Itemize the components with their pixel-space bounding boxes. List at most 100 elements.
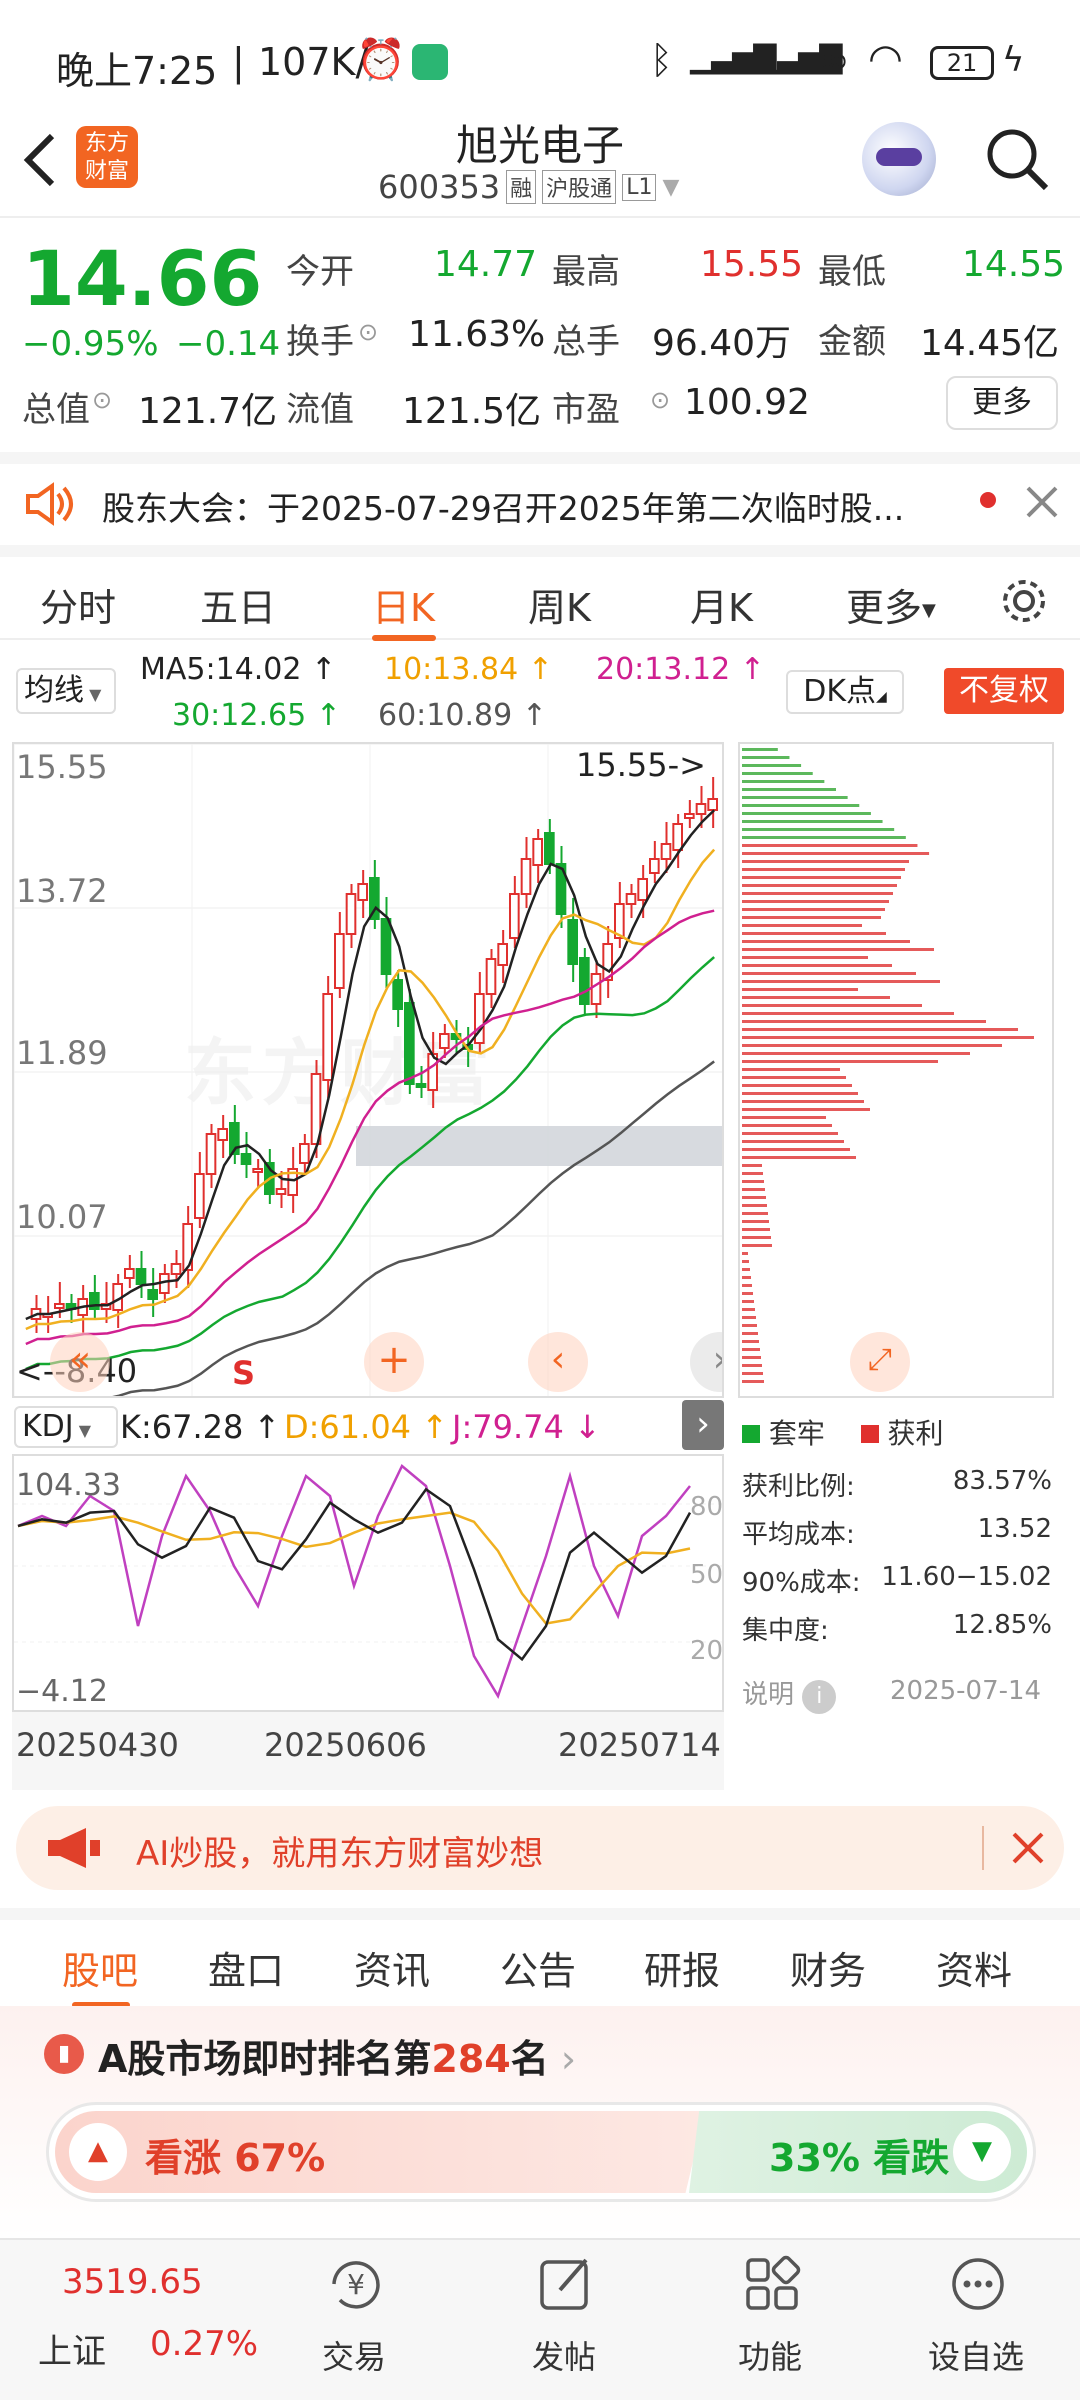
tab-profile[interactable]: 资料 [936,1940,1012,1995]
nav-trade[interactable]: 交易 [322,2332,386,2378]
tab-weekly-k[interactable]: 周K [528,577,591,632]
chip-bar [742,1012,954,1015]
dk-point-selector[interactable]: DK点◢ [786,670,904,714]
kdj-chart[interactable]: 104.33 −4.12 80 50 20 [12,1454,724,1712]
nav-functions[interactable]: 功能 [738,2332,802,2378]
notice-bar[interactable]: 股东大会：于2025-07-29召开2025年第二次临时股... [0,452,1080,544]
float-value: 121.5亿 [402,391,542,432]
chevron-down-icon[interactable]: ▼ [662,175,679,200]
close-icon[interactable] [1024,484,1060,520]
chip-bar [742,1332,758,1335]
vote-up-icon[interactable]: ▲ [69,2123,127,2181]
info-icon[interactable]: ⊙ [650,386,670,414]
index-change[interactable]: 0.27% [150,2324,258,2364]
chip-stat-row: 集中度: 12.85% [742,1610,1052,1658]
chip-bar [742,1068,840,1071]
close-icon[interactable] [1010,1830,1046,1866]
chip-bar [742,1196,766,1199]
market-rank[interactable]: A股市场即时排名第284名 › [98,2028,576,2083]
chip-legend: 套牢 获利 [742,1412,943,1452]
chip-stat-value: 11.60−15.02 [881,1562,1052,1592]
change-percent: −0.95% [22,324,159,364]
scroll-left-button[interactable]: ‹ [528,1332,588,1392]
grid-icon [746,2255,801,2310]
chip-bar [742,1156,856,1159]
chip-bar [742,1108,870,1111]
vote-down-icon[interactable]: ▼ [953,2123,1011,2181]
index-value[interactable]: 3519.65 [62,2262,203,2302]
date-axis: 20250430 20250606 20250714 [12,1712,724,1790]
info-icon[interactable]: ⊙ [92,386,112,414]
volume-label: 总手 [552,322,620,362]
candle-body [660,843,672,860]
candle-body [205,1133,217,1175]
chip-bar [742,1036,1034,1039]
chip-bar [742,788,836,791]
date-label-3: 20250714 [558,1726,721,1764]
open-label: 今开 [286,252,354,292]
expand-icon[interactable]: ⤢ [850,1332,910,1392]
date-label-1: 20250430 [16,1726,179,1764]
rewind-button[interactable]: « [50,1332,110,1392]
index-name[interactable]: 上证 [38,2324,106,2373]
nav-add-watchlist[interactable]: 设自选 [928,2332,1024,2378]
compose-icon [540,2258,588,2310]
back-icon[interactable] [20,130,60,190]
indicator-selector[interactable]: 均线 ▼ [16,668,116,714]
chip-note[interactable]: 说明 i [742,1674,837,1714]
chip-bar [742,1220,769,1223]
chip-bar [742,948,934,951]
kline-chart[interactable]: 东方财富 15.55 13.72 11.89 10.07 15.55-> <--… [12,742,724,1398]
adjust-button[interactable]: 不复权 [944,668,1064,714]
chip-bar [742,796,848,799]
tab-research[interactable]: 研报 [644,1940,720,1995]
bottom-nav: 3519.65 上证 0.27% ¥ 交易 发帖 功能 设自选 [0,2238,1080,2400]
candle-body [695,803,707,815]
kdj-top-label: 104.33 [16,1468,121,1503]
app-logo[interactable]: 东方 财富 [76,126,138,188]
stock-code-row: 600353 融 沪股通 L1 ▼ [378,168,679,206]
tab-intraday[interactable]: 分时 [40,577,116,632]
tab-forum[interactable]: 股吧 [62,1940,138,1995]
stock-name[interactable]: 旭光电子 [340,112,740,173]
settings-icon[interactable] [998,575,1050,627]
tab-five-day[interactable]: 五日 [200,577,276,632]
candle-body [532,838,543,866]
chip-bar [742,804,860,807]
caret-down-icon: ▼ [922,600,936,621]
tab-order-book[interactable]: 盘口 [208,1940,284,1995]
candle-body [334,933,345,989]
kdj-selector[interactable]: KDJ ▼ [14,1406,118,1448]
info-icon[interactable]: ⊙ [358,318,378,346]
search-icon[interactable] [984,126,1050,192]
ai-ad-banner[interactable]: AI炒股，就用东方财富妙想 [16,1806,1064,1890]
collapse-arrow-icon[interactable]: › [682,1400,724,1450]
chip-bar [742,876,901,879]
status-separator: | [232,40,245,84]
ai-ad-text: AI炒股，就用东方财富妙想 [136,1834,544,1874]
stock-code: 600353 [378,168,501,206]
tab-monthly-k[interactable]: 月K [690,577,753,632]
tab-more[interactable]: 更多▼ [846,577,936,632]
ma5-label: MA5:14.02 ↑ [140,652,337,687]
chip-bar [742,956,868,959]
chip-bar [742,1180,764,1183]
nav-post[interactable]: 发帖 [532,2332,596,2378]
indicator-selector-label: 均线 [24,673,84,708]
candle-body [439,1033,450,1049]
assistant-avatar[interactable] [862,122,936,196]
tab-news[interactable]: 资讯 [354,1940,430,1995]
tab-daily-k[interactable]: 日K [372,577,435,632]
chip-bar [742,1228,770,1231]
chip-bar [742,988,858,991]
zoom-in-button[interactable]: + [364,1332,424,1392]
vote-down-label[interactable]: 33% 看跌 [769,2127,949,2182]
chip-bar [742,884,897,887]
chip-distribution-chart[interactable]: ⤢ [738,742,1054,1398]
more-button[interactable]: 更多 [946,376,1058,430]
tab-announcements[interactable]: 公告 [500,1940,576,1995]
candle-body [567,919,578,965]
tab-financials[interactable]: 财务 [790,1940,866,1995]
chip-bar [742,828,895,831]
vote-up-label[interactable]: 看涨 67% [145,2127,325,2182]
